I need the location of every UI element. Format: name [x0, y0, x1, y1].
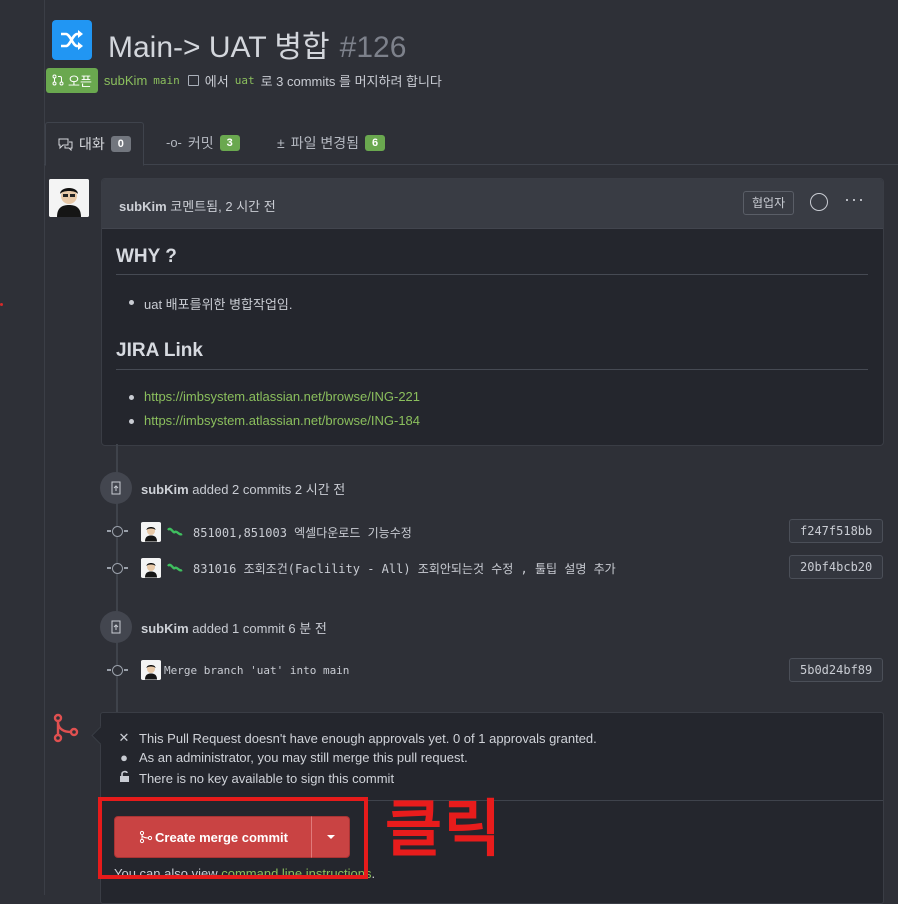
merge-status-row: ✕ This Pull Request doesn't have enough a… [117, 730, 597, 746]
commit-icon: -o- [166, 135, 182, 150]
red-dot [0, 303, 3, 306]
tab-label: 파일 변경됨 [290, 134, 359, 151]
page-title: Main-> UAT 병합 #126 [108, 22, 406, 66]
comment-meta: subKim 코멘트됨, 2 시간 전 [119, 196, 276, 215]
tab-files-changed[interactable]: ± 파일 변경됨 6 [277, 122, 386, 163]
plus-minus-icon: ± [277, 134, 285, 151]
highlight-box [98, 797, 368, 879]
tab-count: 0 [110, 136, 131, 152]
avatar[interactable] [49, 179, 89, 217]
pr-tabs: 대화 0 -o- 커밋 3 ± 파일 변경됨 6 [44, 122, 898, 166]
commit-message[interactable]: 851001,851003 엑셀다운로드 기능수정 [193, 524, 412, 541]
merge-status-text: This Pull Request doesn't have enough ap… [139, 730, 597, 746]
timeline-event: subKim added 1 commit 6 분 전 [141, 618, 327, 637]
from-text: 에서 [204, 73, 229, 89]
commit-dot-icon [107, 563, 128, 574]
comment-time: 코멘트됨, 2 시간 전 [170, 199, 276, 214]
jira-link[interactable]: https://imbsystem.atlassian.net/browse/I… [128, 413, 420, 428]
dot-icon: ● [120, 750, 128, 765]
pr-meta: 오픈 subKim main 에서 uat 로 3 commits 를 머지하려… [46, 67, 442, 93]
pr-number: #126 [339, 31, 407, 64]
tab-label: 대화 [79, 136, 105, 152]
avatar[interactable] [141, 660, 161, 680]
source-branch[interactable]: main [153, 74, 180, 87]
merge-status-text: As an administrator, you may still merge… [139, 750, 468, 765]
pr-title: Main-> UAT 병합 [108, 31, 330, 64]
event-author[interactable]: subKim [141, 482, 189, 497]
merge-status-row: ● As an administrator, you may still merg… [117, 750, 468, 765]
commit-sha-button[interactable]: 20bf4bcb20 [789, 555, 884, 579]
tab-label: 커밋 [187, 134, 214, 151]
avatar[interactable] [141, 558, 161, 578]
status-badge: 오픈 [46, 67, 98, 93]
git-merge-icon [53, 713, 79, 743]
comment-header: subKim 코멘트됨, 2 시간 전 협업자 ··· [102, 179, 883, 229]
click-annotation: 클릭 [385, 795, 504, 864]
author-link[interactable]: subKim [104, 73, 147, 88]
comment-card: subKim 코멘트됨, 2 시간 전 협업자 ··· WHY ? uat 배포… [101, 178, 884, 446]
commit-dot-icon [107, 526, 128, 537]
unlock-icon [117, 770, 131, 786]
signature-icon [167, 527, 183, 536]
event-author[interactable]: subKim [141, 621, 189, 636]
cli-hint-suffix: . [371, 866, 376, 881]
copy-icon[interactable] [187, 74, 199, 86]
tab-conversation[interactable]: 대화 0 [45, 122, 144, 166]
comment-author[interactable]: subKim [119, 199, 167, 214]
merge-summary: 로 3 commits 를 머지하려 합니다 [260, 73, 442, 89]
comment-heading: WHY ? [116, 246, 177, 267]
commit-message[interactable]: Merge branch 'uat' into main [164, 664, 349, 677]
signature-icon [167, 563, 183, 572]
tab-commits[interactable]: -o- 커밋 3 [166, 122, 240, 163]
tab-count: 3 [219, 134, 240, 151]
push-icon [100, 472, 132, 504]
list-item: uat 배포를위한 병합작업임. [129, 294, 293, 313]
smiley-icon[interactable] [810, 193, 828, 211]
commit-message[interactable]: 831016 조회조건(Faclility - All) 조회안되는것 수정 ,… [193, 560, 616, 577]
commit-sha-button[interactable]: f247f518bb [789, 519, 884, 543]
avatar[interactable] [141, 522, 161, 542]
timeline-event: subKim added 2 commits 2 시간 전 [141, 479, 345, 498]
status-label: 오픈 [68, 73, 92, 89]
tab-count: 6 [364, 134, 386, 151]
commit-dot-icon [107, 665, 128, 676]
divider [116, 274, 868, 275]
push-icon [100, 611, 132, 643]
event-text: added 2 commits 2 시간 전 [192, 482, 346, 497]
pull-request-icon [52, 74, 64, 86]
close-icon: ✕ [118, 730, 130, 745]
jira-link[interactable]: https://imbsystem.atlassian.net/browse/I… [128, 389, 420, 404]
shuffle-icon [52, 20, 92, 60]
event-text: added 1 commit 6 분 전 [192, 621, 327, 636]
target-branch[interactable]: uat [235, 74, 255, 87]
commit-sha-button[interactable]: 5b0d24bf89 [789, 658, 884, 682]
divider [116, 369, 868, 370]
more-icon[interactable]: ··· [844, 189, 865, 210]
role-badge: 협업자 [743, 191, 795, 215]
comment-icon [58, 138, 73, 151]
merge-status-text: There is no key available to sign this c… [139, 770, 395, 786]
comment-heading: JIRA Link [116, 340, 203, 361]
merge-status-row: There is no key available to sign this c… [117, 770, 394, 786]
